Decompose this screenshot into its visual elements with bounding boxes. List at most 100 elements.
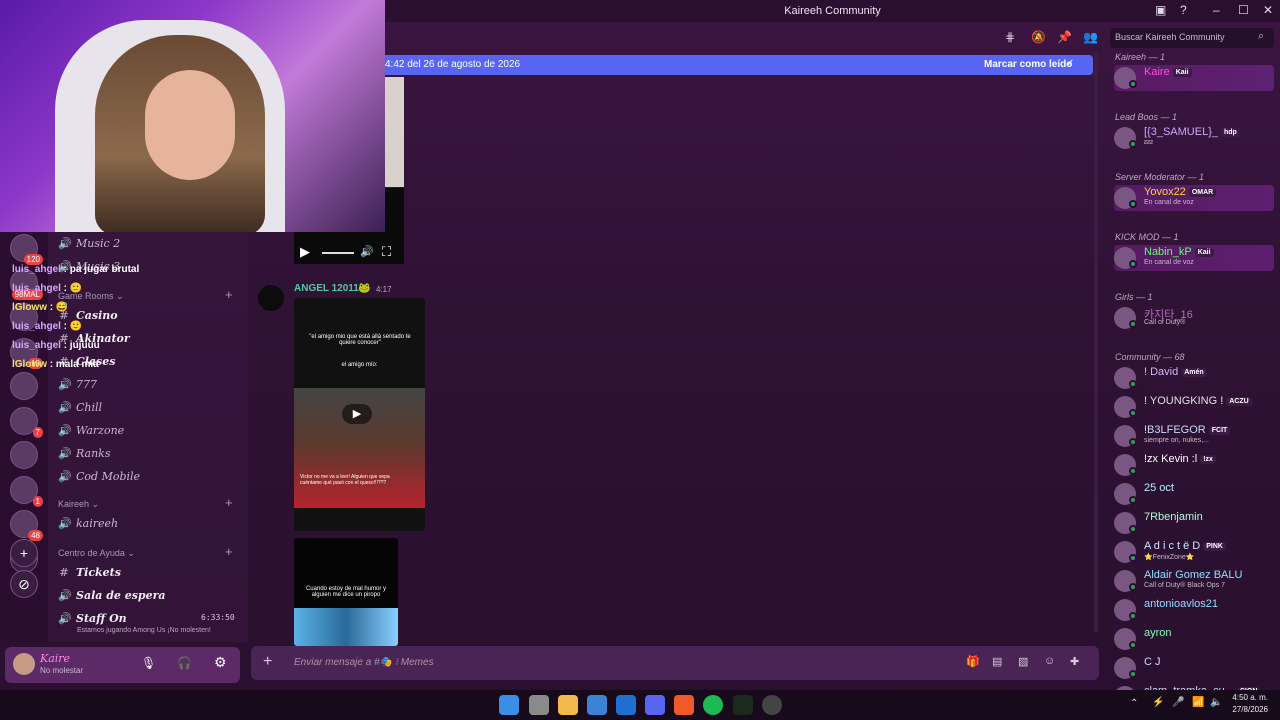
- task-view-icon[interactable]: [529, 695, 549, 715]
- apps-icon[interactable]: ✚: [1070, 655, 1079, 668]
- member-item[interactable]: C J: [1114, 655, 1279, 681]
- network-icon[interactable]: ⚡: [1152, 697, 1164, 708]
- pin-icon[interactable]: 📌: [1057, 30, 1072, 44]
- message-input[interactable]: Enviar mensaje a #🎭 ⁝ Memes: [294, 657, 434, 668]
- channel-ranks[interactable]: 🔊 Ranks: [58, 443, 238, 463]
- server-icon[interactable]: 120: [10, 234, 43, 265]
- member-item[interactable]: 7Rbenjamin: [1114, 510, 1279, 536]
- volume-icon[interactable]: 🔊: [360, 245, 374, 258]
- search-input[interactable]: Buscar Kaireeh Community: [1115, 32, 1225, 42]
- explore-icon[interactable]: ⊘: [10, 570, 38, 598]
- server-icon[interactable]: 1: [10, 475, 43, 507]
- mark-read-button[interactable]: Marcar como leído: [984, 59, 1072, 70]
- spotify-icon[interactable]: [703, 695, 723, 715]
- channel-tickets[interactable]: # Tickets: [58, 562, 238, 582]
- messages-scrollbar[interactable]: [1094, 52, 1098, 632]
- member-item[interactable]: ! YOUNGKING ! ACZU: [1114, 394, 1279, 420]
- kick-app-icon[interactable]: [733, 695, 753, 715]
- emoji-icon[interactable]: ☺: [1044, 655, 1055, 667]
- member-item[interactable]: A d i c t ë D PINK ⭐FenixZone⭐: [1114, 539, 1279, 565]
- guild-tag[interactable]: OMAR: [1188, 187, 1217, 197]
- channel-chill[interactable]: 🔊 Chill: [58, 397, 238, 417]
- category-kaireeh[interactable]: Kaireeh ⌄: [58, 499, 99, 510]
- help-icon[interactable]: ?: [1180, 3, 1187, 17]
- mute-icon[interactable]: 🔕: [1031, 30, 1046, 44]
- member-item[interactable]: Aldair Gomez BALU Call of Duty® Black Ops…: [1114, 568, 1279, 594]
- member-item[interactable]: 카지타_16 Call of Duty®: [1114, 305, 1279, 331]
- microphone-icon[interactable]: 🎙: [141, 656, 156, 670]
- minimize-button[interactable]: –: [1213, 3, 1220, 17]
- clock-date[interactable]: 27/8/2026: [1228, 705, 1268, 714]
- guild-tag[interactable]: ACZU: [1226, 396, 1252, 406]
- brave-icon[interactable]: [674, 695, 694, 715]
- mic-tray-icon[interactable]: 🎤: [1172, 697, 1184, 708]
- server-icon[interactable]: [10, 372, 38, 400]
- guild-tag[interactable]: Kaii: [1172, 67, 1192, 77]
- volume-slider[interactable]: [322, 252, 354, 254]
- avatar[interactable]: [13, 653, 35, 675]
- discord-icon[interactable]: [645, 695, 665, 715]
- member-item[interactable]: [{3_SAMUEL}_ hdp ᴤᴤᴤ: [1114, 125, 1279, 151]
- members-icon[interactable]: 👥: [1083, 30, 1098, 44]
- guild-tag[interactable]: FCIT: [1208, 425, 1231, 435]
- headphones-icon[interactable]: 🎧: [177, 656, 192, 670]
- channel-sala-de-espera[interactable]: 🔊 Sala de espera: [58, 585, 238, 605]
- edge-icon[interactable]: [616, 695, 636, 715]
- add-channel-icon[interactable]: +: [225, 544, 233, 559]
- video-attachment-2[interactable]: Cuando estoy de mal humor y alguien me d…: [294, 538, 398, 646]
- guild-tag[interactable]: PINK: [1203, 541, 1226, 551]
- member-item[interactable]: !zx Kevin :l !zx: [1114, 452, 1279, 478]
- server-icon[interactable]: [10, 441, 38, 469]
- message-author[interactable]: ANGEL 12011: [294, 283, 359, 294]
- clock-time[interactable]: 4:50 a. m.: [1228, 693, 1268, 702]
- member-item[interactable]: ayron: [1114, 626, 1279, 652]
- member-item[interactable]: Nabin_kP Kaii En canal de voz: [1114, 245, 1274, 271]
- message-composer[interactable]: + Enviar mensaje a #🎭 ⁝ Memes 🎁 ▤ ▧ ☺ ✚: [251, 646, 1099, 680]
- add-channel-icon[interactable]: +: [225, 287, 233, 302]
- member-item[interactable]: Kaire Kaii: [1114, 65, 1274, 91]
- member-item[interactable]: ! David Amén: [1114, 365, 1279, 391]
- channel-777[interactable]: 🔊 777: [58, 374, 238, 394]
- fullscreen-icon[interactable]: ⛶: [382, 244, 391, 260]
- member-item[interactable]: antonioavlos21: [1114, 597, 1279, 623]
- inbox-icon[interactable]: ▣: [1155, 3, 1166, 17]
- play-icon[interactable]: ▶: [300, 244, 310, 260]
- guild-tag[interactable]: Amén: [1181, 367, 1207, 377]
- play-icon[interactable]: ▶: [342, 404, 372, 424]
- speaker-tray-icon[interactable]: 🔈: [1210, 697, 1222, 708]
- gift-icon[interactable]: 🎁: [966, 655, 980, 668]
- file-explorer-icon[interactable]: [558, 695, 578, 715]
- guild-tag[interactable]: hdp: [1221, 127, 1240, 137]
- member-item[interactable]: 25 oct: [1114, 481, 1279, 507]
- add-server-icon[interactable]: +: [10, 539, 38, 567]
- author-avatar[interactable]: [258, 285, 284, 311]
- start-icon[interactable]: [499, 695, 519, 715]
- channel-kaireeh[interactable]: 🔊 kaireeh: [58, 513, 238, 533]
- server-icon[interactable]: 48: [10, 510, 43, 541]
- threads-icon[interactable]: ⋕: [1005, 30, 1015, 44]
- gif-icon[interactable]: ▤: [992, 655, 1002, 668]
- sticker-icon[interactable]: ▧: [1018, 655, 1028, 668]
- channel-cod-mobile[interactable]: 🔊 Cod Mobile: [58, 466, 238, 486]
- store-icon[interactable]: [587, 695, 607, 715]
- obs-icon[interactable]: [762, 695, 782, 715]
- channel-casino[interactable]: # Casino: [58, 305, 238, 325]
- tray-chevron-icon[interactable]: ⌃: [1130, 698, 1138, 709]
- category-help[interactable]: Centro de Ayuda ⌄: [58, 548, 135, 559]
- guild-tag[interactable]: Kaii: [1194, 247, 1214, 257]
- guild-tag[interactable]: !zx: [1200, 454, 1216, 464]
- add-channel-icon[interactable]: +: [225, 495, 233, 510]
- new-messages-banner[interactable]: 4:42 del 26 de agosto de 2026 Marcar com…: [385, 55, 1093, 75]
- video-attachment-1[interactable]: "el amigo mio que está allá sentado te q…: [294, 298, 425, 531]
- channel-warzone[interactable]: 🔊 Warzone: [58, 420, 238, 440]
- member-item[interactable]: !B3LFEGOR FCIT siempre on, nukes,...: [1114, 423, 1279, 449]
- close-button[interactable]: ✕: [1263, 3, 1273, 17]
- wifi-icon[interactable]: 📶: [1192, 697, 1204, 708]
- member-item[interactable]: Yovox22 OMAR En canal de voz: [1114, 185, 1274, 211]
- add-attachment-icon[interactable]: +: [263, 653, 272, 671]
- server-icon[interactable]: 7: [10, 406, 43, 438]
- settings-gear-icon[interactable]: ⚙: [214, 654, 227, 671]
- search-box[interactable]: Buscar Kaireeh Community ⌕: [1110, 28, 1274, 48]
- maximize-button[interactable]: ☐: [1238, 3, 1249, 17]
- channel-music-2[interactable]: 🔊 Music 2: [58, 233, 238, 253]
